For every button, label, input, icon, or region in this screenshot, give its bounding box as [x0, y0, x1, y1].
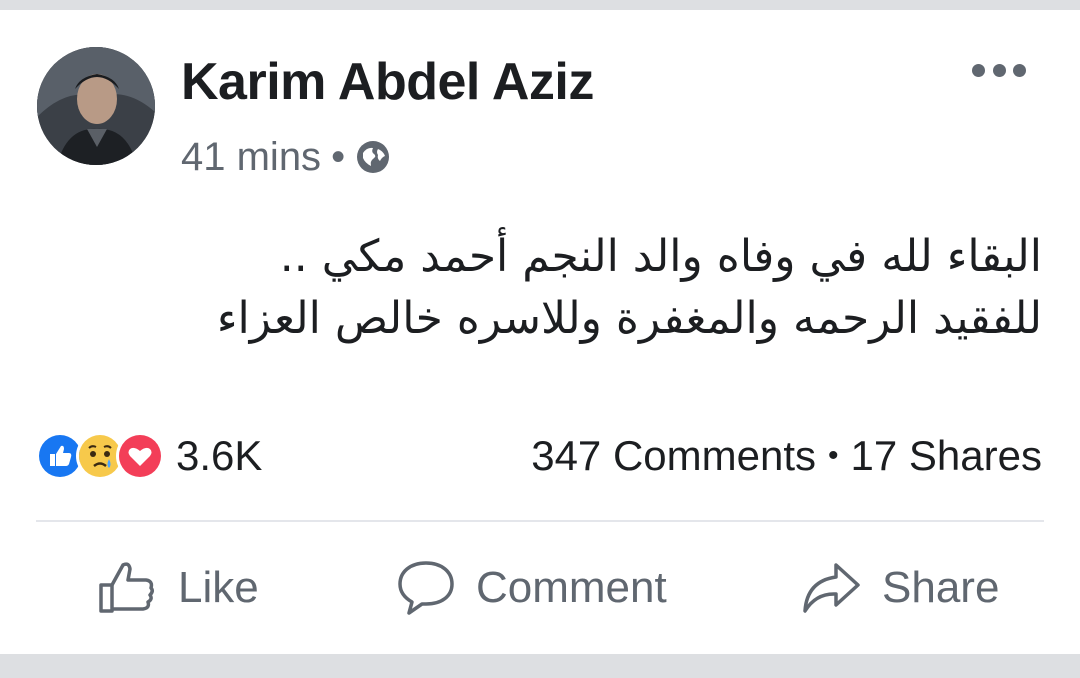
- feed-separator-top: [0, 0, 1080, 10]
- post-stats: 347 Comments • 17 Shares: [531, 430, 1042, 482]
- author-name[interactable]: Karim Abdel Aziz: [181, 52, 594, 112]
- post-meta: 41 mins •: [181, 134, 391, 180]
- share-button[interactable]: Share: [800, 556, 999, 620]
- like-button[interactable]: Like: [96, 556, 259, 620]
- feed-separator-bottom: [0, 654, 1080, 678]
- share-label: Share: [882, 563, 1000, 612]
- comment-label: Comment: [476, 563, 667, 612]
- share-arrow-icon: [803, 563, 860, 613]
- love-icon: [116, 432, 164, 480]
- shares-count[interactable]: 17 Shares: [851, 432, 1042, 480]
- globe-icon: [355, 139, 391, 175]
- post-body: البقاء لله في وفاه والد النجم أحمد مكي .…: [82, 226, 1042, 350]
- avatar-photo: [37, 47, 155, 165]
- meta-separator: •: [331, 134, 346, 179]
- like-label: Like: [178, 563, 259, 612]
- post-text-line: للفقيد الرحمه والمغفرة وللاسره خالص العز…: [216, 293, 1042, 344]
- thumbs-up-icon: [99, 562, 155, 613]
- stats-separator: •: [828, 439, 839, 472]
- dot: [1013, 63, 1026, 77]
- reaction-count[interactable]: 3.6K: [176, 432, 262, 480]
- post-text-line: البقاء لله في وفاه والد النجم أحمد مكي .…: [279, 231, 1042, 282]
- more-options-icon[interactable]: [972, 58, 1026, 82]
- divider: [36, 520, 1044, 522]
- avatar[interactable]: [37, 47, 155, 165]
- post-timestamp[interactable]: 41 mins: [181, 135, 321, 180]
- dot: [972, 63, 985, 77]
- comment-button[interactable]: Comment: [396, 556, 667, 620]
- comment-icon: [398, 561, 454, 615]
- comments-count[interactable]: 347 Comments: [531, 432, 816, 480]
- reactions-summary[interactable]: 3.6K: [36, 430, 262, 482]
- dot: [992, 63, 1006, 77]
